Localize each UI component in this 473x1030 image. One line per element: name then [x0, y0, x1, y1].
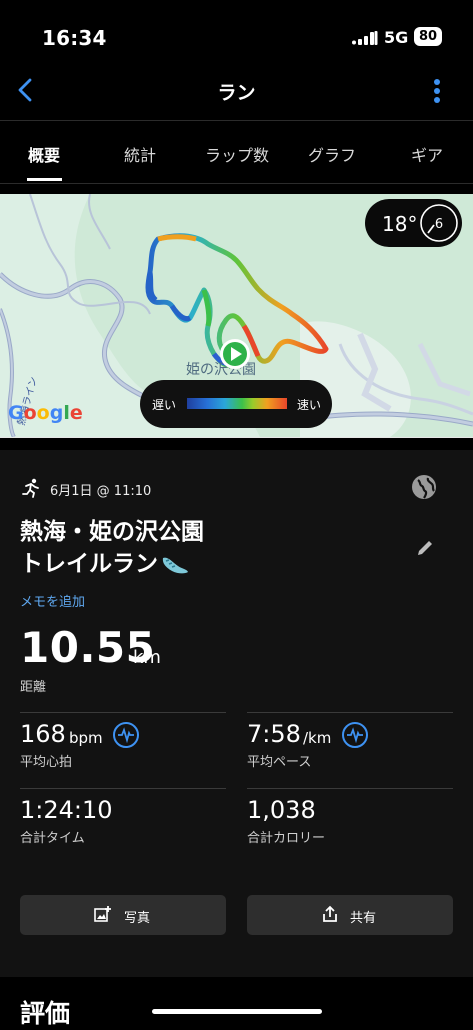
stat-divider	[20, 712, 226, 713]
battery-indicator: 80	[414, 27, 442, 46]
avg-pace-label: 平均ペース	[247, 755, 312, 770]
evaluation-heading: 評価	[20, 999, 71, 1028]
share-label: 共有	[350, 911, 377, 926]
vertical-ellipsis-icon[interactable]	[432, 78, 442, 104]
tab-overview[interactable]: 概要	[14, 142, 74, 166]
speed-legend-slow: 遅い	[152, 398, 177, 412]
avg-heart-rate-label: 平均心拍	[20, 755, 73, 770]
running-icon	[22, 478, 39, 498]
add-photo-icon	[94, 906, 111, 922]
distance-unit: km	[133, 647, 161, 668]
share-icon	[323, 905, 337, 922]
wind-speed: 6	[435, 217, 443, 232]
temperature: 18°	[382, 212, 418, 236]
shoe-icon	[162, 557, 188, 574]
active-tab-indicator	[27, 178, 62, 181]
stat-divider	[247, 788, 453, 789]
wind-icon: 6	[420, 204, 458, 242]
total-calories-value: 1,038	[247, 796, 316, 824]
globe-icon[interactable]	[411, 474, 437, 500]
total-calories-label: 合計カロリー	[247, 831, 326, 846]
avg-heart-rate-value: 168	[20, 720, 66, 748]
pace-chart-icon[interactable]	[342, 722, 368, 748]
heart-rate-chart-icon[interactable]	[113, 722, 139, 748]
activity-title-line1: 熱海・姫の沢公園	[20, 519, 204, 545]
add-photo-label: 写真	[124, 911, 151, 926]
home-indicator[interactable]	[152, 1009, 322, 1014]
avg-heart-rate-unit: bpm	[69, 729, 103, 747]
tabs-divider	[0, 183, 473, 184]
avg-pace-unit: /km	[303, 729, 332, 747]
tab-stats[interactable]: 統計	[100, 142, 180, 166]
network-type: 5G	[384, 28, 409, 47]
add-memo-link[interactable]: メモを追加	[20, 591, 85, 610]
tab-laps[interactable]: ラップ数	[190, 142, 284, 166]
speed-legend-fast: 速い	[297, 398, 322, 412]
add-photo-button[interactable]	[20, 895, 226, 935]
signal-icon	[352, 31, 378, 45]
page-title: ラン	[217, 82, 256, 104]
total-time-label: 合計タイム	[20, 831, 85, 846]
tab-gear[interactable]: ギア	[392, 142, 462, 166]
activity-title-line2: トレイルラン	[20, 551, 158, 577]
stat-divider	[20, 788, 226, 789]
status-time: 16:34	[42, 26, 107, 50]
activity-date: 6月1日 @ 11:10	[50, 484, 152, 499]
total-time-value: 1:24:10	[20, 796, 113, 824]
distance-label: 距離	[20, 680, 47, 695]
speed-gradient-bar	[187, 398, 287, 409]
google-logo: Google	[8, 402, 83, 424]
edit-pencil-icon[interactable]	[415, 538, 435, 558]
header-divider	[0, 120, 473, 121]
map-bottom-border	[0, 437, 473, 438]
activity-title: 熱海・姫の沢公園 トレイルラン	[20, 516, 320, 580]
tab-graph[interactable]: グラフ	[292, 142, 372, 166]
stat-divider	[247, 712, 453, 713]
avg-pace-value: 7:58	[247, 720, 301, 748]
